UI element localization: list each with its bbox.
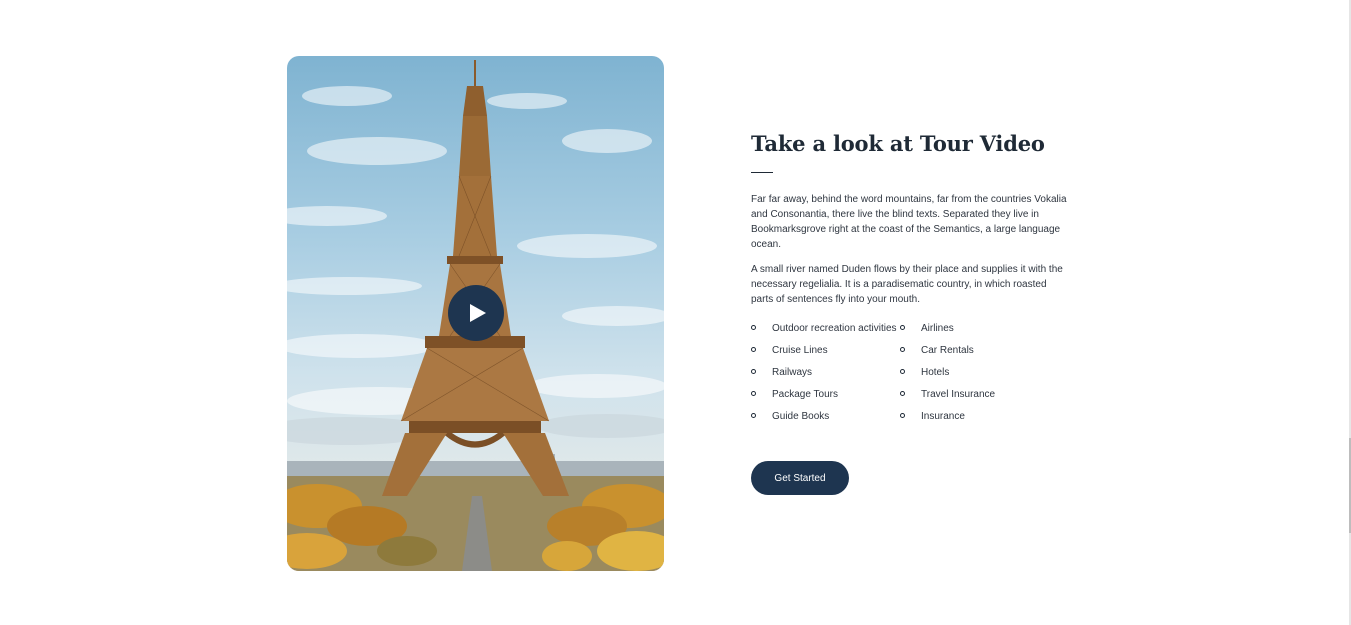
- intro-paragraph-1: Far far away, behind the word mountains,…: [751, 194, 1067, 250]
- list-item: Cruise Lines: [751, 343, 900, 358]
- bullet-icon: [751, 413, 756, 418]
- list-item: Airlines: [900, 321, 1060, 336]
- bullet-icon: [751, 325, 756, 330]
- service-lists: Outdoor recreation activities Cruise Lin…: [751, 321, 1071, 431]
- bullet-icon: [900, 325, 905, 330]
- section-title: Take a look at Tour Video: [751, 131, 1045, 156]
- bullet-icon: [900, 413, 905, 418]
- title-divider: [751, 172, 773, 173]
- bullet-icon: [751, 391, 756, 396]
- intro-paragraph-2: A small river named Duden flows by their…: [751, 264, 1063, 305]
- bullet-icon: [900, 369, 905, 374]
- bullet-icon: [900, 391, 905, 396]
- bullet-icon: [751, 347, 756, 352]
- bullet-icon: [900, 347, 905, 352]
- tour-video-content: Take a look at Tour Video Far far away, …: [751, 128, 1071, 431]
- bullet-icon: [751, 369, 756, 374]
- list-item: Hotels: [900, 365, 1060, 380]
- list-item: Insurance: [900, 409, 1060, 424]
- get-started-button[interactable]: Get Started: [751, 461, 849, 495]
- list-item: Car Rentals: [900, 343, 1060, 358]
- list-item: Railways: [751, 365, 900, 380]
- play-icon: [470, 304, 486, 322]
- page: Take a look at Tour Video Far far away, …: [0, 0, 1351, 625]
- service-list-left: Outdoor recreation activities Cruise Lin…: [751, 321, 900, 431]
- list-item: Guide Books: [751, 409, 900, 424]
- list-item: Package Tours: [751, 387, 900, 402]
- service-list-right: Airlines Car Rentals Hotels Travel Insur…: [900, 321, 1060, 431]
- list-item: Outdoor recreation activities: [751, 321, 900, 336]
- list-item: Travel Insurance: [900, 387, 1060, 402]
- play-video-button[interactable]: [448, 285, 504, 341]
